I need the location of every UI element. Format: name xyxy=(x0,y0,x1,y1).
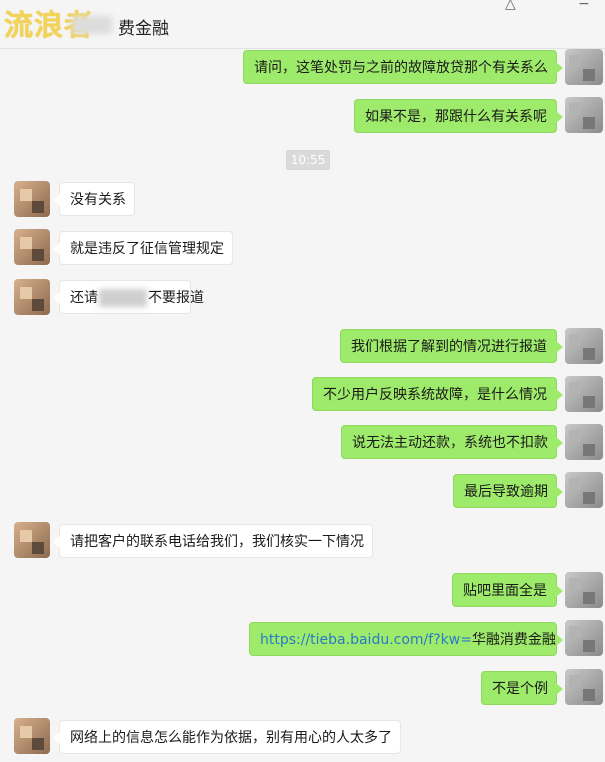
chat-title: 费金融 xyxy=(118,19,169,39)
message-text-after: 不要报道 xyxy=(148,290,204,306)
message-text: 就是违反了征信管理规定 xyxy=(70,241,224,257)
message-bubble-sent[interactable]: 请问，这笔处罚与之前的故障放贷那个有关系么 xyxy=(243,50,563,84)
my-avatar[interactable] xyxy=(565,49,603,85)
redacted-text xyxy=(99,289,147,307)
message-bubble-sent[interactable]: 如果不是，那跟什么有关系呢 xyxy=(354,99,563,133)
message-bubble-sent[interactable]: 贴吧里面全是 xyxy=(452,573,563,607)
message-bubble-sent[interactable]: 我们根据了解到的情况进行报道 xyxy=(340,329,563,363)
my-avatar[interactable] xyxy=(565,472,603,508)
message-text: 贴吧里面全是 xyxy=(463,583,547,599)
message-bubble-sent[interactable]: 不少用户反映系统故障，是什么情况 xyxy=(312,377,563,411)
pin-icon[interactable]: △ xyxy=(505,0,516,12)
message-text: 说无法主动还款，系统也不扣款 xyxy=(352,435,548,451)
message-bubble-received[interactable]: 网络上的信息怎么能作为依据，别有用心的人太多了 xyxy=(53,720,401,754)
message-bubble-received[interactable]: 就是违反了征信管理规定 xyxy=(53,231,233,265)
message-bubble-received[interactable]: 还请 不要报道 xyxy=(53,280,204,314)
timestamp-divider: 10:55 xyxy=(286,150,330,170)
message-link[interactable]: https://tieba.baidu.com/f?kw= xyxy=(260,632,472,648)
my-avatar[interactable] xyxy=(565,572,603,608)
message-text: 网络上的信息怎么能作为依据，别有用心的人太多了 xyxy=(70,730,392,746)
contact-avatar[interactable] xyxy=(14,718,50,754)
message-bubble-sent[interactable]: 最后导致逾期 xyxy=(453,474,563,508)
message-text: 华融消费金融 xyxy=(471,632,556,648)
message-bubble-sent[interactable]: https://tieba.baidu.com/f?kw=华融消费金融 xyxy=(249,622,563,656)
contact-avatar[interactable] xyxy=(14,279,50,315)
message-bubble-received[interactable]: 没有关系 xyxy=(53,182,135,216)
my-avatar[interactable] xyxy=(565,376,603,412)
message-text: 不少用户反映系统故障，是什么情况 xyxy=(323,387,547,403)
message-text: 请问，这笔处罚与之前的故障放贷那个有关系么 xyxy=(254,60,548,76)
message-text: 不是个例 xyxy=(492,681,548,697)
message-text: 最后导致逾期 xyxy=(464,484,548,500)
message-text: 没有关系 xyxy=(70,192,126,208)
my-avatar[interactable] xyxy=(565,97,603,133)
message-text: 我们根据了解到的情况进行报道 xyxy=(351,339,547,355)
my-avatar[interactable] xyxy=(565,669,603,705)
message-bubble-sent[interactable]: 说无法主动还款，系统也不扣款 xyxy=(341,425,563,459)
message-bubble-sent[interactable]: 不是个例 xyxy=(481,671,563,705)
contact-avatar[interactable] xyxy=(14,522,50,558)
chat-header: 流浪者 费金融 △ − xyxy=(0,0,605,49)
my-avatar[interactable] xyxy=(565,424,603,460)
message-bubble-received[interactable]: 请把客户的联系电话给我们，我们核实一下情况 xyxy=(53,524,373,558)
contact-avatar[interactable] xyxy=(14,229,50,265)
minimize-icon[interactable]: − xyxy=(578,0,590,12)
message-text: 如果不是，那跟什么有关系呢 xyxy=(365,109,547,125)
my-avatar[interactable] xyxy=(565,620,603,656)
contact-avatar[interactable] xyxy=(14,181,50,217)
message-text-before: 还请 xyxy=(70,290,98,306)
message-text: 请把客户的联系电话给我们，我们核实一下情况 xyxy=(70,534,364,550)
redacted-title-part xyxy=(72,16,112,34)
my-avatar[interactable] xyxy=(565,328,603,364)
